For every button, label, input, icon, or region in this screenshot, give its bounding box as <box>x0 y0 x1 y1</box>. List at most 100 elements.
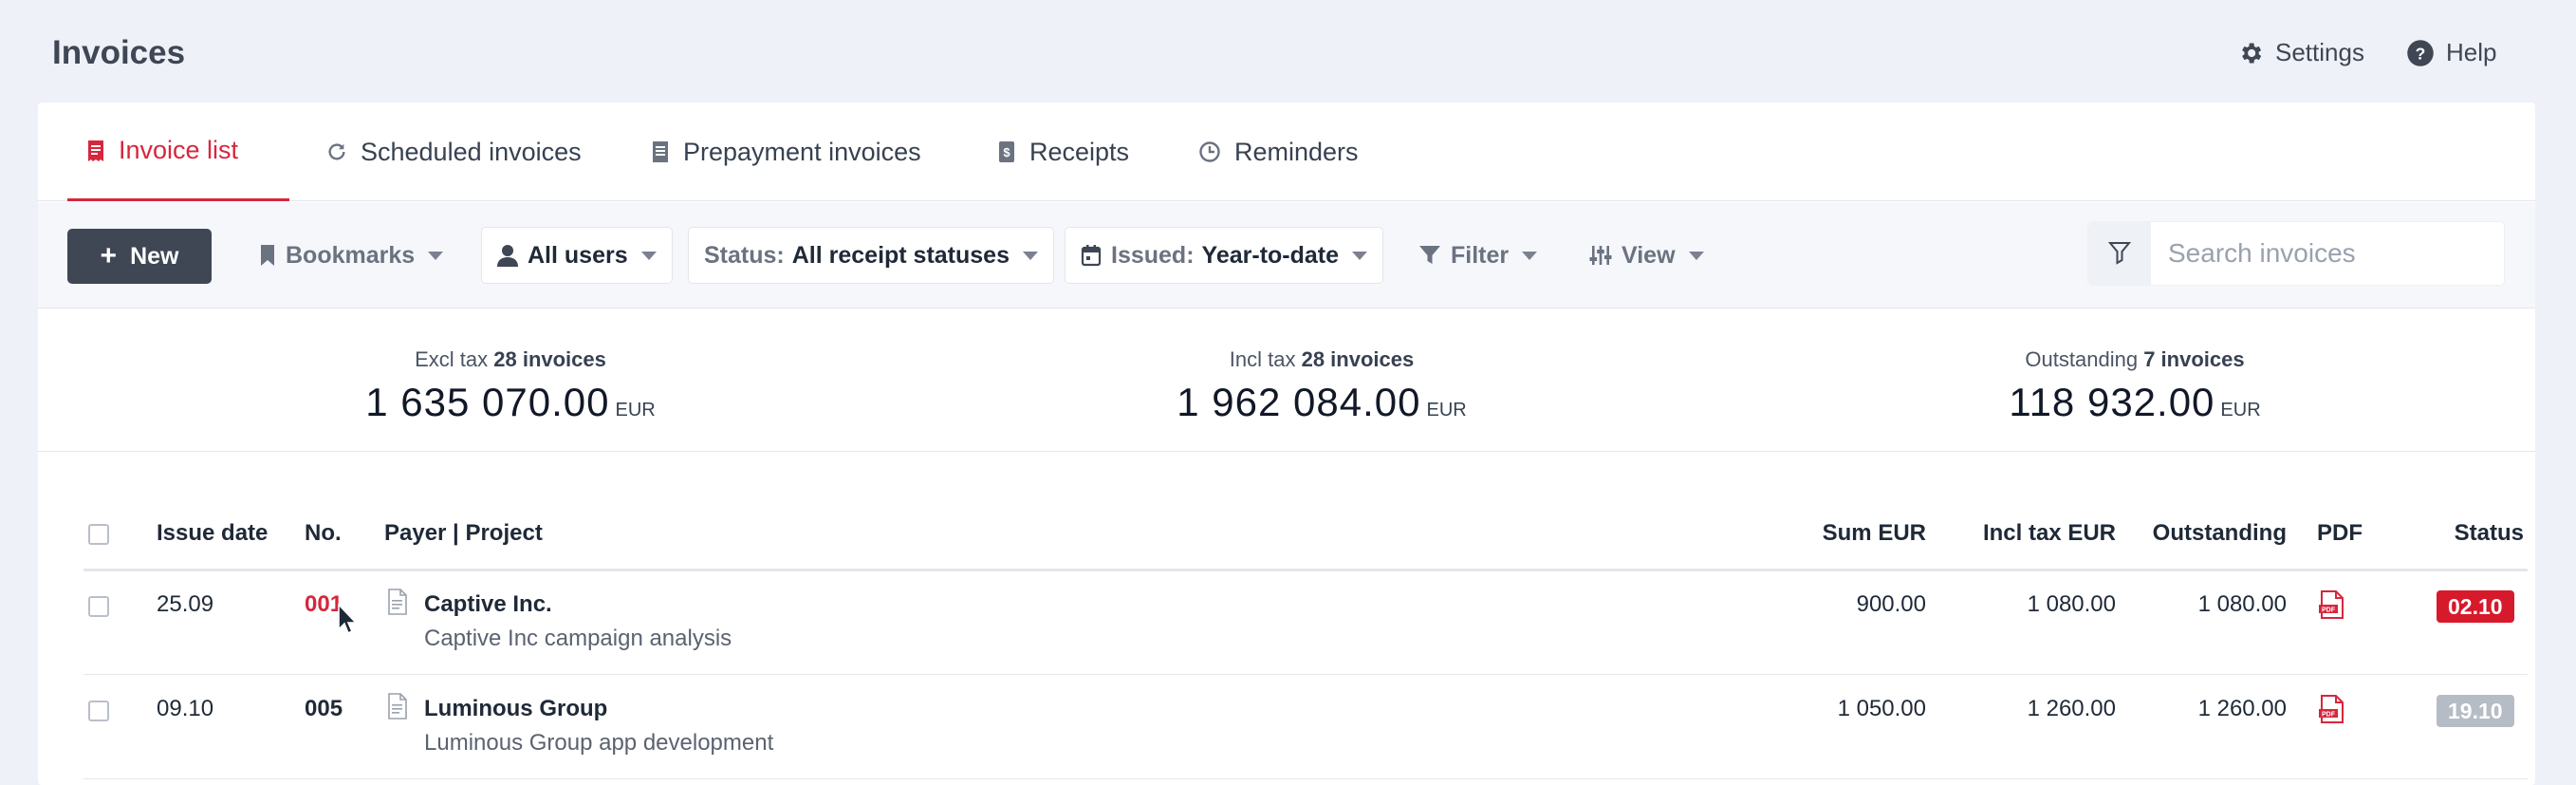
column-pdf: PDF <box>2317 520 2363 546</box>
summary-currency: EUR <box>2220 400 2261 421</box>
issued-prefix: Issued: <box>1111 241 1195 269</box>
sum-value: 1 050.00 <box>1837 696 1926 721</box>
row-checkbox[interactable] <box>88 596 109 617</box>
tab-invoice-list[interactable]: Invoice list <box>67 103 289 201</box>
svg-text:PDF: PDF <box>2322 607 2336 614</box>
users-dropdown[interactable]: All users <box>481 227 673 284</box>
plus-icon: + <box>100 240 118 271</box>
funnel-icon <box>1419 246 1440 264</box>
bookmarks-label: Bookmarks <box>286 241 416 269</box>
new-invoice-button[interactable]: + New <box>67 229 212 284</box>
tab-label: Receipts <box>1029 137 1130 166</box>
outstanding-value: 1 080.00 <box>2197 591 2287 617</box>
status-value: All receipt statuses <box>791 241 1010 269</box>
filter-label: Filter <box>1451 241 1510 269</box>
search-input[interactable] <box>2151 238 2493 269</box>
status-prefix: Status: <box>704 241 785 269</box>
column-incl-tax[interactable]: Incl tax EUR <box>1945 520 2116 547</box>
mouse-cursor-icon <box>338 604 358 635</box>
row-divider <box>83 674 2528 675</box>
document-icon <box>653 141 668 162</box>
column-sum[interactable]: Sum EUR <box>1803 520 1926 547</box>
chevron-down-icon <box>1522 251 1538 260</box>
summary-label: Excl tax <box>415 347 489 371</box>
document-icon[interactable] <box>387 693 408 720</box>
bookmark-icon <box>261 245 274 266</box>
pdf-icon[interactable]: PDF <box>2318 590 2346 619</box>
summary-bar: Excl tax 28 invoices 1 635 070.00 EUR Inc… <box>38 309 2535 452</box>
help-label: Help <box>2446 38 2497 66</box>
column-issue-date[interactable]: Issue date <box>157 520 268 547</box>
calendar-icon <box>1081 245 1102 267</box>
sum-value: 900.00 <box>1856 591 1926 617</box>
help-link[interactable]: ? Help <box>2406 38 2496 67</box>
project-name: Captive Inc campaign analysis <box>424 626 732 651</box>
summary-label: Incl tax <box>1229 347 1296 371</box>
summary-currency: EUR <box>1426 400 1467 421</box>
column-payer-project[interactable]: Payer | Project <box>384 520 543 547</box>
incl-tax-value: 1 080.00 <box>2027 591 2116 617</box>
status-dropdown[interactable]: Status: All receipt statuses <box>688 227 1054 284</box>
incl-tax-value: 1 260.00 <box>2027 696 2116 721</box>
summary-value: 118 932.00 <box>2009 380 2215 424</box>
invoice-icon <box>88 140 103 161</box>
tab-label: Invoice list <box>119 136 239 164</box>
chevron-down-icon <box>1688 251 1704 260</box>
summary-label: Outstanding <box>2025 347 2139 371</box>
sliders-icon <box>1589 246 1612 265</box>
column-status[interactable]: Status <box>2391 520 2524 547</box>
receipt-icon: $ <box>999 141 1014 162</box>
header-divider <box>83 569 2528 571</box>
chevron-down-icon <box>1023 251 1038 260</box>
top-bar: Invoices Settings ? Help <box>0 0 2576 103</box>
payer-name[interactable]: Captive Inc. <box>424 591 552 618</box>
chevron-down-icon <box>640 251 657 260</box>
filter-dropdown[interactable]: Filter <box>1418 227 1538 284</box>
summary-excl-tax: Excl tax 28 invoices 1 635 070.00 EUR <box>226 309 795 425</box>
pdf-icon[interactable]: PDF <box>2318 695 2346 723</box>
payer-name[interactable]: Luminous Group <box>424 696 607 722</box>
page-title: Invoices <box>52 34 186 71</box>
refresh-icon <box>328 143 345 160</box>
svg-text:?: ? <box>2416 44 2426 63</box>
summary-incl-tax: Incl tax 28 invoices 1 962 084.00 EUR <box>1037 309 1606 425</box>
tab-label: Scheduled invoices <box>361 137 582 166</box>
summary-count: 28 invoices <box>1301 347 1415 371</box>
chevron-down-icon <box>1352 251 1368 260</box>
summary-count: 7 invoices <box>2143 347 2245 371</box>
issued-dropdown[interactable]: Issued: Year-to-date <box>1065 227 1384 284</box>
outstanding-value: 1 260.00 <box>2197 696 2287 721</box>
status-badge: 19.10 <box>2437 695 2514 727</box>
tab-reminders[interactable]: Reminders <box>1198 103 1359 201</box>
summary-count: 28 invoices <box>493 347 606 371</box>
summary-value: 1 635 070.00 <box>365 380 610 424</box>
column-no[interactable]: No. <box>305 520 342 547</box>
status-badge: 02.10 <box>2437 590 2514 623</box>
new-button-label: New <box>130 242 179 270</box>
view-dropdown[interactable]: View <box>1589 227 1704 284</box>
settings-label: Settings <box>2275 38 2364 66</box>
document-icon[interactable] <box>387 589 408 615</box>
question-circle-icon: ? <box>2407 39 2434 66</box>
gear-icon <box>2242 43 2262 63</box>
tab-receipts[interactable]: $ Receipts <box>997 103 1129 201</box>
select-all-checkbox[interactable] <box>88 524 109 545</box>
clock-icon <box>1199 141 1220 162</box>
bookmarks-dropdown[interactable]: Bookmarks <box>259 227 444 284</box>
summary-currency: EUR <box>615 400 656 421</box>
search-filter-icon[interactable] <box>2088 222 2151 285</box>
settings-link[interactable]: Settings <box>2237 38 2364 67</box>
main-card: Invoice list Scheduled invoices Prepayme… <box>38 103 2535 785</box>
tab-label: Prepayment invoices <box>683 137 921 166</box>
tab-bar: Invoice list Scheduled invoices Prepayme… <box>38 103 2535 201</box>
chevron-down-icon <box>428 251 444 260</box>
row-checkbox[interactable] <box>88 701 109 721</box>
row-divider <box>83 778 2528 779</box>
user-icon <box>497 245 518 267</box>
column-outstanding[interactable]: Outstanding <box>2125 520 2287 547</box>
search-box[interactable] <box>2087 221 2505 286</box>
tab-prepayment-invoices[interactable]: Prepayment invoices <box>651 103 921 201</box>
tab-scheduled-invoices[interactable]: Scheduled invoices <box>326 103 582 201</box>
issue-date: 09.10 <box>157 696 214 721</box>
invoice-number-link[interactable]: 005 <box>305 696 343 722</box>
